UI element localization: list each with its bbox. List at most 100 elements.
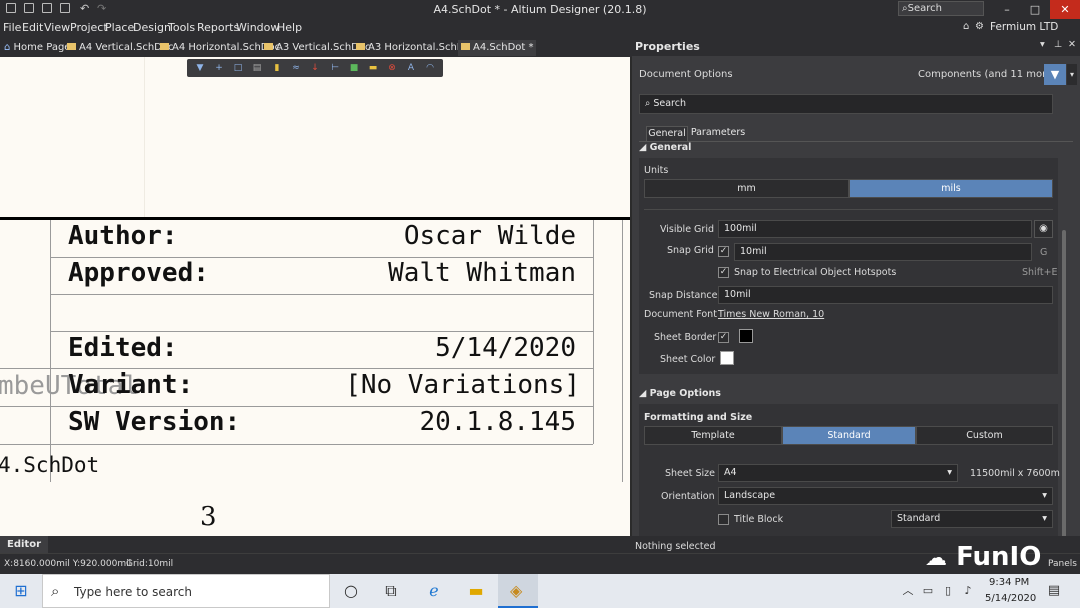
sheet-number[interactable]: 3 bbox=[200, 502, 217, 532]
snap-hotspots-label[interactable]: Snap to Electrical Object Hotspots bbox=[734, 267, 896, 278]
unit-mils-button[interactable]: mils bbox=[849, 179, 1053, 198]
cortana-icon[interactable]: ○ bbox=[341, 581, 361, 601]
power-port-icon[interactable]: ↓ bbox=[310, 63, 320, 73]
file-explorer-icon[interactable]: ▬ bbox=[466, 581, 486, 601]
directive-icon[interactable]: ⊗ bbox=[387, 63, 397, 73]
menu-tools[interactable]: Tools bbox=[168, 21, 195, 34]
tab-a4-horizontal[interactable]: A4 Horizontal.SchDoc bbox=[160, 40, 280, 56]
volume-icon[interactable]: ♪ bbox=[958, 581, 978, 601]
minimize-button[interactable]: – bbox=[992, 0, 1022, 19]
format-custom-button[interactable]: Custom bbox=[916, 426, 1053, 445]
tab-a3-vertical[interactable]: A3 Vertical.SchDoc bbox=[264, 40, 371, 56]
edited-value[interactable]: 5/14/2020 bbox=[435, 333, 576, 363]
harness-icon[interactable]: ⊢ bbox=[330, 63, 340, 73]
menu-design[interactable]: Design bbox=[133, 21, 171, 34]
section-general-toggle[interactable]: ◢ General bbox=[639, 142, 691, 153]
snap-hotspots-checkbox[interactable]: ✓ bbox=[718, 267, 729, 278]
approved-value[interactable]: Walt Whitman bbox=[388, 258, 576, 288]
close-panel-icon[interactable]: ✕ bbox=[1068, 39, 1076, 50]
tab-parameters[interactable]: Parameters bbox=[690, 126, 746, 142]
scrollbar-thumb[interactable] bbox=[1062, 230, 1066, 550]
editor-tab[interactable]: Editor bbox=[0, 536, 48, 553]
menu-file[interactable]: File bbox=[3, 21, 21, 34]
document-font-link[interactable]: Times New Roman, 10 bbox=[718, 309, 824, 320]
tray-chevron-icon[interactable]: ︿ bbox=[898, 581, 918, 601]
place-part-icon[interactable]: ▮ bbox=[272, 63, 282, 73]
menu-project[interactable]: Project bbox=[70, 21, 108, 34]
panels-button[interactable]: Panels bbox=[1048, 559, 1077, 569]
menu-view[interactable]: View bbox=[44, 21, 70, 34]
clock-time[interactable]: 9:34 PM bbox=[989, 577, 1029, 588]
clock-date[interactable]: 5/14/2020 bbox=[985, 593, 1036, 604]
menu-place[interactable]: Place bbox=[105, 21, 134, 34]
format-template-button[interactable]: Template bbox=[644, 426, 782, 445]
format-standard-button[interactable]: Standard bbox=[782, 426, 916, 445]
approved-label: Approved: bbox=[68, 258, 209, 288]
battery-icon[interactable]: ▯ bbox=[938, 581, 958, 601]
menu-reports[interactable]: Reports bbox=[197, 21, 239, 34]
menu-window[interactable]: Window bbox=[236, 21, 279, 34]
filter-summary[interactable]: Components (and 11 more) bbox=[918, 69, 1056, 80]
panel-menu-icon[interactable]: ▾ bbox=[1040, 39, 1045, 50]
properties-search-input[interactable]: ⌕ Search bbox=[639, 94, 1053, 114]
align-icon[interactable]: ▤ bbox=[252, 63, 262, 73]
unit-mm-button[interactable]: mm bbox=[644, 179, 849, 198]
filter-button[interactable]: ▼ bbox=[1044, 64, 1066, 85]
arc-icon[interactable]: ◠ bbox=[425, 63, 435, 73]
sheet-border-checkbox[interactable]: ✓ bbox=[718, 332, 729, 343]
close-button[interactable]: ✕ bbox=[1050, 0, 1080, 19]
snap-distance-input[interactable]: 10mil bbox=[718, 286, 1053, 304]
task-view-icon[interactable]: ⧉ bbox=[381, 581, 401, 601]
notifications-icon[interactable]: ▤ bbox=[1044, 581, 1064, 601]
account-name[interactable]: Fermium LTD bbox=[990, 21, 1058, 33]
text-icon[interactable]: A bbox=[406, 63, 416, 73]
tab-a4-schdot[interactable]: A4.SchDot * bbox=[458, 40, 537, 56]
sw-version-value[interactable]: 20.1.8.145 bbox=[419, 407, 576, 437]
snap-grid-checkbox[interactable]: ✓ bbox=[718, 246, 729, 257]
gear-icon[interactable]: ⚙ bbox=[975, 21, 984, 32]
filter-dropdown-arrow[interactable]: ▾ bbox=[1067, 64, 1077, 85]
chevron-down-icon: ▾ bbox=[947, 467, 952, 478]
select-icon[interactable]: □ bbox=[233, 63, 243, 73]
global-search-input[interactable]: ⌕Search bbox=[898, 1, 984, 16]
sheet-color-swatch[interactable] bbox=[720, 351, 734, 365]
edge-icon[interactable]: ℯ bbox=[424, 581, 444, 601]
pin-icon[interactable]: ⊥ bbox=[1054, 39, 1062, 50]
snap-grid-input[interactable]: 10mil bbox=[734, 243, 1032, 261]
network-icon[interactable]: ▭ bbox=[918, 581, 938, 601]
sheet-size-select[interactable]: A4 ▾ bbox=[718, 464, 958, 482]
edited-label: Edited: bbox=[68, 333, 178, 363]
home-icon[interactable]: ⌂ bbox=[963, 21, 969, 32]
tab-general[interactable]: General bbox=[646, 126, 688, 142]
document-icon bbox=[160, 43, 169, 50]
cursor-coordinates: X:8160.000mil Y:920.000mil bbox=[4, 559, 132, 569]
wire-icon[interactable]: ≈ bbox=[291, 63, 301, 73]
panel-scrollbar[interactable] bbox=[1060, 145, 1068, 553]
tab-a4-vertical[interactable]: A4 Vertical.SchDoc bbox=[67, 40, 174, 56]
schematic-canvas[interactable]: ▼ + □ ▤ ▮ ≈ ↓ ⊢ ■ ▬ ⊗ A ◠ Author: Oscar … bbox=[0, 57, 630, 536]
sheet-symbol-icon[interactable]: ■ bbox=[349, 63, 359, 73]
title-block-label: Title Block bbox=[734, 514, 784, 525]
eye-icon[interactable]: ◉ bbox=[1034, 220, 1053, 238]
title-block-checkbox[interactable] bbox=[718, 514, 729, 525]
maximize-button[interactable]: □ bbox=[1020, 0, 1050, 19]
visible-grid-input[interactable]: 100mil bbox=[718, 220, 1032, 238]
windows-start-icon[interactable]: ⊞ bbox=[11, 581, 31, 601]
filter-icon[interactable]: ▼ bbox=[195, 63, 205, 73]
title-block-select[interactable]: Standard ▾ bbox=[891, 510, 1053, 528]
orientation-select[interactable]: Landscape ▾ bbox=[718, 487, 1053, 505]
selection-status: Nothing selected bbox=[635, 541, 716, 552]
tab-home-page[interactable]: ⌂ Home Page bbox=[4, 40, 70, 56]
sheet-border-color[interactable] bbox=[739, 329, 753, 343]
menu-edit[interactable]: Edit bbox=[22, 21, 43, 34]
author-value[interactable]: Oscar Wilde bbox=[404, 221, 576, 251]
move-icon[interactable]: + bbox=[214, 63, 224, 73]
taskbar-search-input[interactable]: ⌕ Type here to search bbox=[42, 574, 330, 608]
document-icon bbox=[461, 43, 470, 50]
port-icon[interactable]: ▬ bbox=[368, 63, 378, 73]
variant-value[interactable]: [No Variations] bbox=[345, 370, 580, 400]
section-page-toggle[interactable]: ◢ Page Options bbox=[639, 388, 721, 399]
altium-taskbar-button[interactable]: ◈ bbox=[498, 574, 538, 608]
file-name[interactable]: 4.SchDot bbox=[0, 453, 99, 477]
menu-help[interactable]: Help bbox=[277, 21, 302, 34]
